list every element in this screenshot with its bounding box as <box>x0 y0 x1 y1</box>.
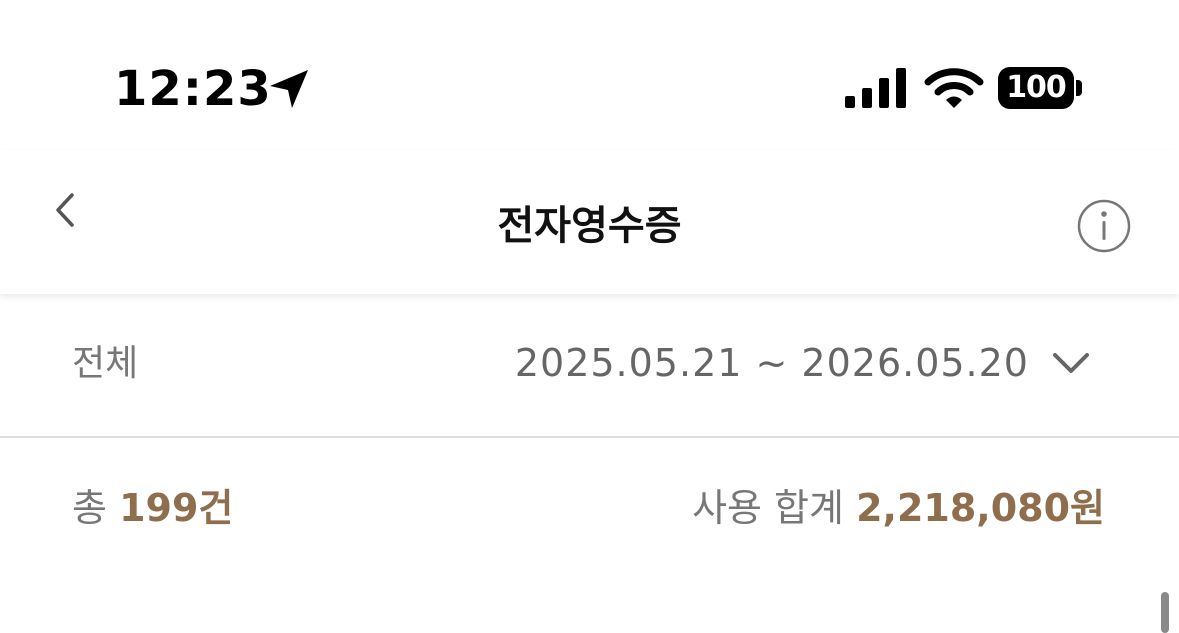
receipt-screen: 12:23 100 전자영수증 전체 2025.05.21 ~ 2026.05.… <box>0 0 1179 633</box>
total-count: 199건 <box>119 486 234 530</box>
wifi-icon <box>924 68 984 108</box>
category-filter[interactable]: 전체 <box>72 340 138 388</box>
total-label: 총 <box>72 486 107 530</box>
sum-label: 사용 합계 <box>692 486 844 530</box>
date-range-text: 2025.05.21 ~ 2026.05.20 <box>514 341 1029 385</box>
status-bar: 12:23 100 <box>0 0 1179 150</box>
location-arrow-icon <box>270 70 308 108</box>
chevron-down-icon <box>1053 353 1089 373</box>
battery-level: 100 <box>998 67 1074 109</box>
info-circle-icon[interactable] <box>1076 198 1132 254</box>
page-title: 전자영수증 <box>497 203 682 249</box>
status-time: 12:23 <box>114 61 272 117</box>
battery-icon: 100 <box>998 67 1084 109</box>
total-count-summary: 총 199건 <box>72 482 233 534</box>
usage-sum-summary: 사용 합계 2,218,080원 <box>692 482 1105 534</box>
filter-row: 전체 2025.05.21 ~ 2026.05.20 <box>0 294 1179 438</box>
sum-amount: 2,218,080원 <box>856 486 1105 530</box>
battery-tip <box>1076 80 1082 96</box>
nav-header: 전자영수증 <box>0 150 1179 294</box>
scroll-indicator[interactable] <box>1161 592 1169 633</box>
summary-row: 총 199건 사용 합계 2,218,080원 <box>0 438 1179 578</box>
date-range-selector[interactable]: 2025.05.21 ~ 2026.05.20 <box>515 338 1091 388</box>
cellular-signal-icon <box>845 68 906 108</box>
